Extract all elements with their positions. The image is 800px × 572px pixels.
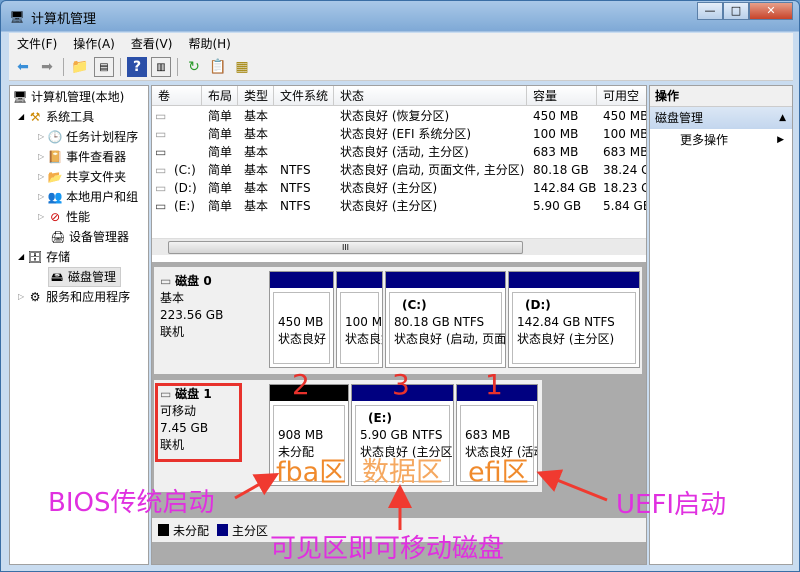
annotation-arrows bbox=[234, 469, 608, 530]
arrow-to-efi bbox=[536, 469, 608, 502]
arrow-to-fba bbox=[234, 473, 280, 500]
